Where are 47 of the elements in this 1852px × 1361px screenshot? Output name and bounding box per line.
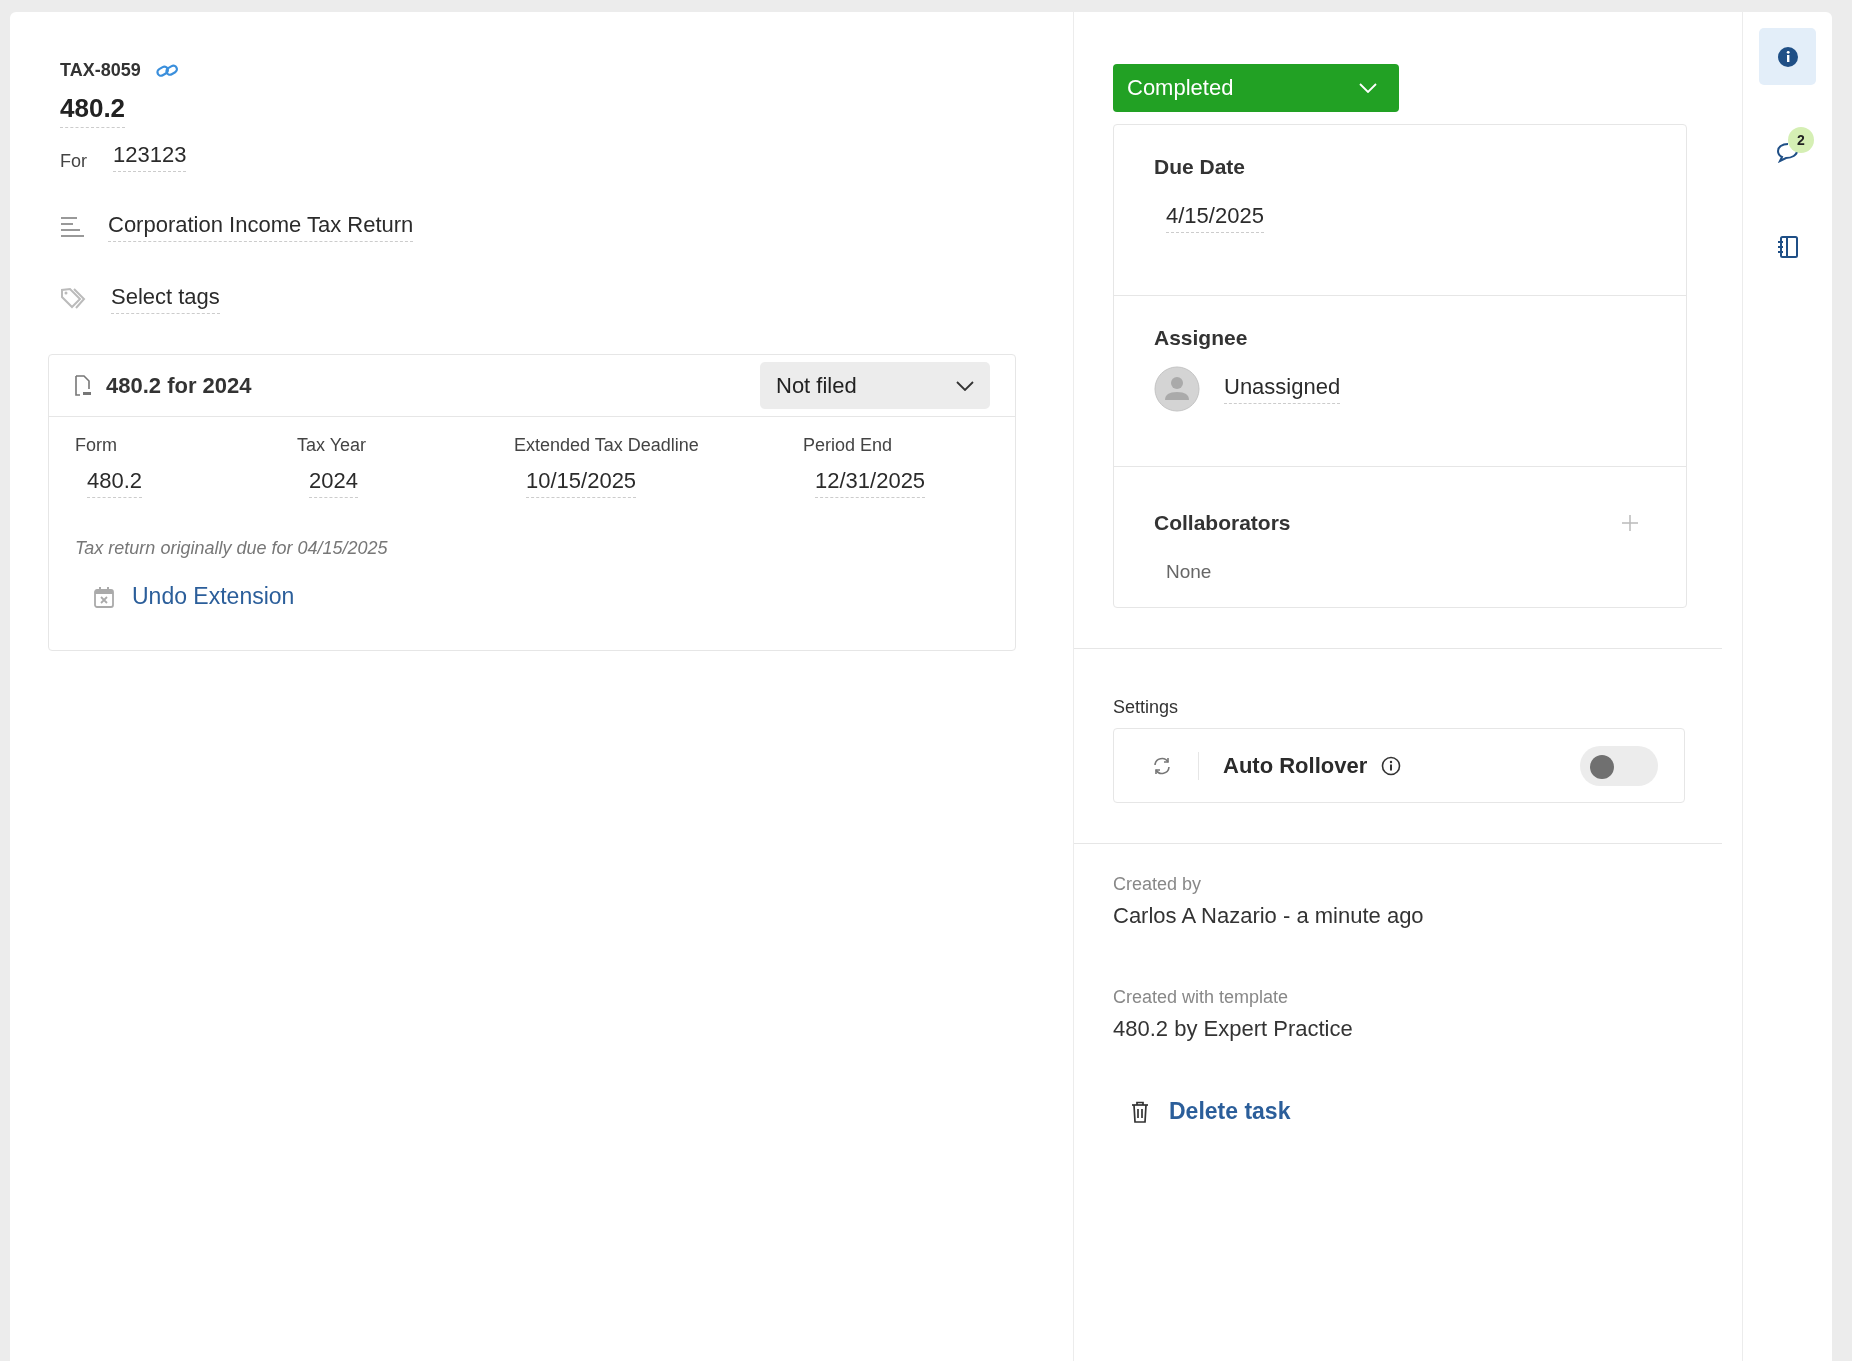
field-label: Extended Tax Deadline — [514, 435, 699, 456]
created-by-value: Carlos A Nazario - a minute ago — [1113, 903, 1425, 929]
created-by-label: Created by — [1113, 874, 1203, 895]
section-label: Due Date — [1154, 155, 1247, 179]
description-icon — [60, 216, 84, 238]
template-value: 480.2 by Expert Practice — [1113, 1016, 1354, 1042]
undo-extension-link[interactable]: Undo Extension — [132, 583, 295, 610]
field-value[interactable]: 12/31/2025 — [815, 468, 926, 498]
field-value[interactable]: 10/15/2025 — [526, 468, 637, 498]
setting-label: Auto Rollover — [1223, 752, 1368, 779]
comments-tab[interactable]: 2 — [1759, 123, 1816, 180]
field-label: Tax Year — [297, 435, 367, 456]
field-label: Form — [75, 435, 117, 456]
trash-icon — [1131, 1100, 1149, 1123]
collaborators-value: None — [1166, 561, 1212, 583]
info-icon[interactable] — [1381, 755, 1402, 776]
tax-document-icon — [74, 374, 92, 397]
section-label: Assignee — [1154, 326, 1249, 350]
assignee-field[interactable]: Unassigned — [1224, 374, 1341, 404]
task-title[interactable]: 480.2 — [60, 93, 126, 128]
chevron-down-icon — [956, 380, 974, 391]
field-value[interactable]: 2024 — [309, 468, 358, 498]
filing-status-dropdown[interactable]: Not filed — [760, 362, 990, 409]
tag-icon — [60, 287, 87, 311]
settings-label: Settings — [1113, 697, 1180, 718]
tags-field[interactable]: Select tags — [111, 284, 220, 314]
chevron-down-icon — [1359, 83, 1377, 93]
task-id: TAX-8059 — [60, 60, 141, 81]
client-field[interactable]: 123123 — [113, 142, 187, 172]
toggle-switch[interactable] — [1580, 745, 1658, 786]
info-icon — [1776, 45, 1799, 68]
field-value[interactable]: 480.2 — [87, 468, 143, 498]
refresh-icon — [1152, 755, 1172, 776]
info-tab[interactable] — [1759, 28, 1816, 85]
calendar-x-icon — [94, 585, 114, 608]
delete-task-link[interactable]: Delete task — [1169, 1098, 1291, 1125]
original-due-note: Tax return originally due for 04/15/2025 — [74, 537, 389, 559]
field-label: Period End — [803, 435, 893, 456]
notebook-icon — [1776, 234, 1799, 259]
due-date-field[interactable]: 4/15/2025 — [1166, 203, 1264, 233]
count-badge: 2 — [1788, 127, 1814, 153]
template-label: Created with template — [1113, 987, 1290, 1008]
return-title: 480.2 for 2024 — [106, 372, 252, 399]
section-label: Collaborators — [1154, 511, 1291, 535]
avatar-icon — [1154, 366, 1200, 412]
for-label: For — [60, 151, 87, 172]
description-field[interactable]: Corporation Income Tax Return — [108, 212, 414, 242]
